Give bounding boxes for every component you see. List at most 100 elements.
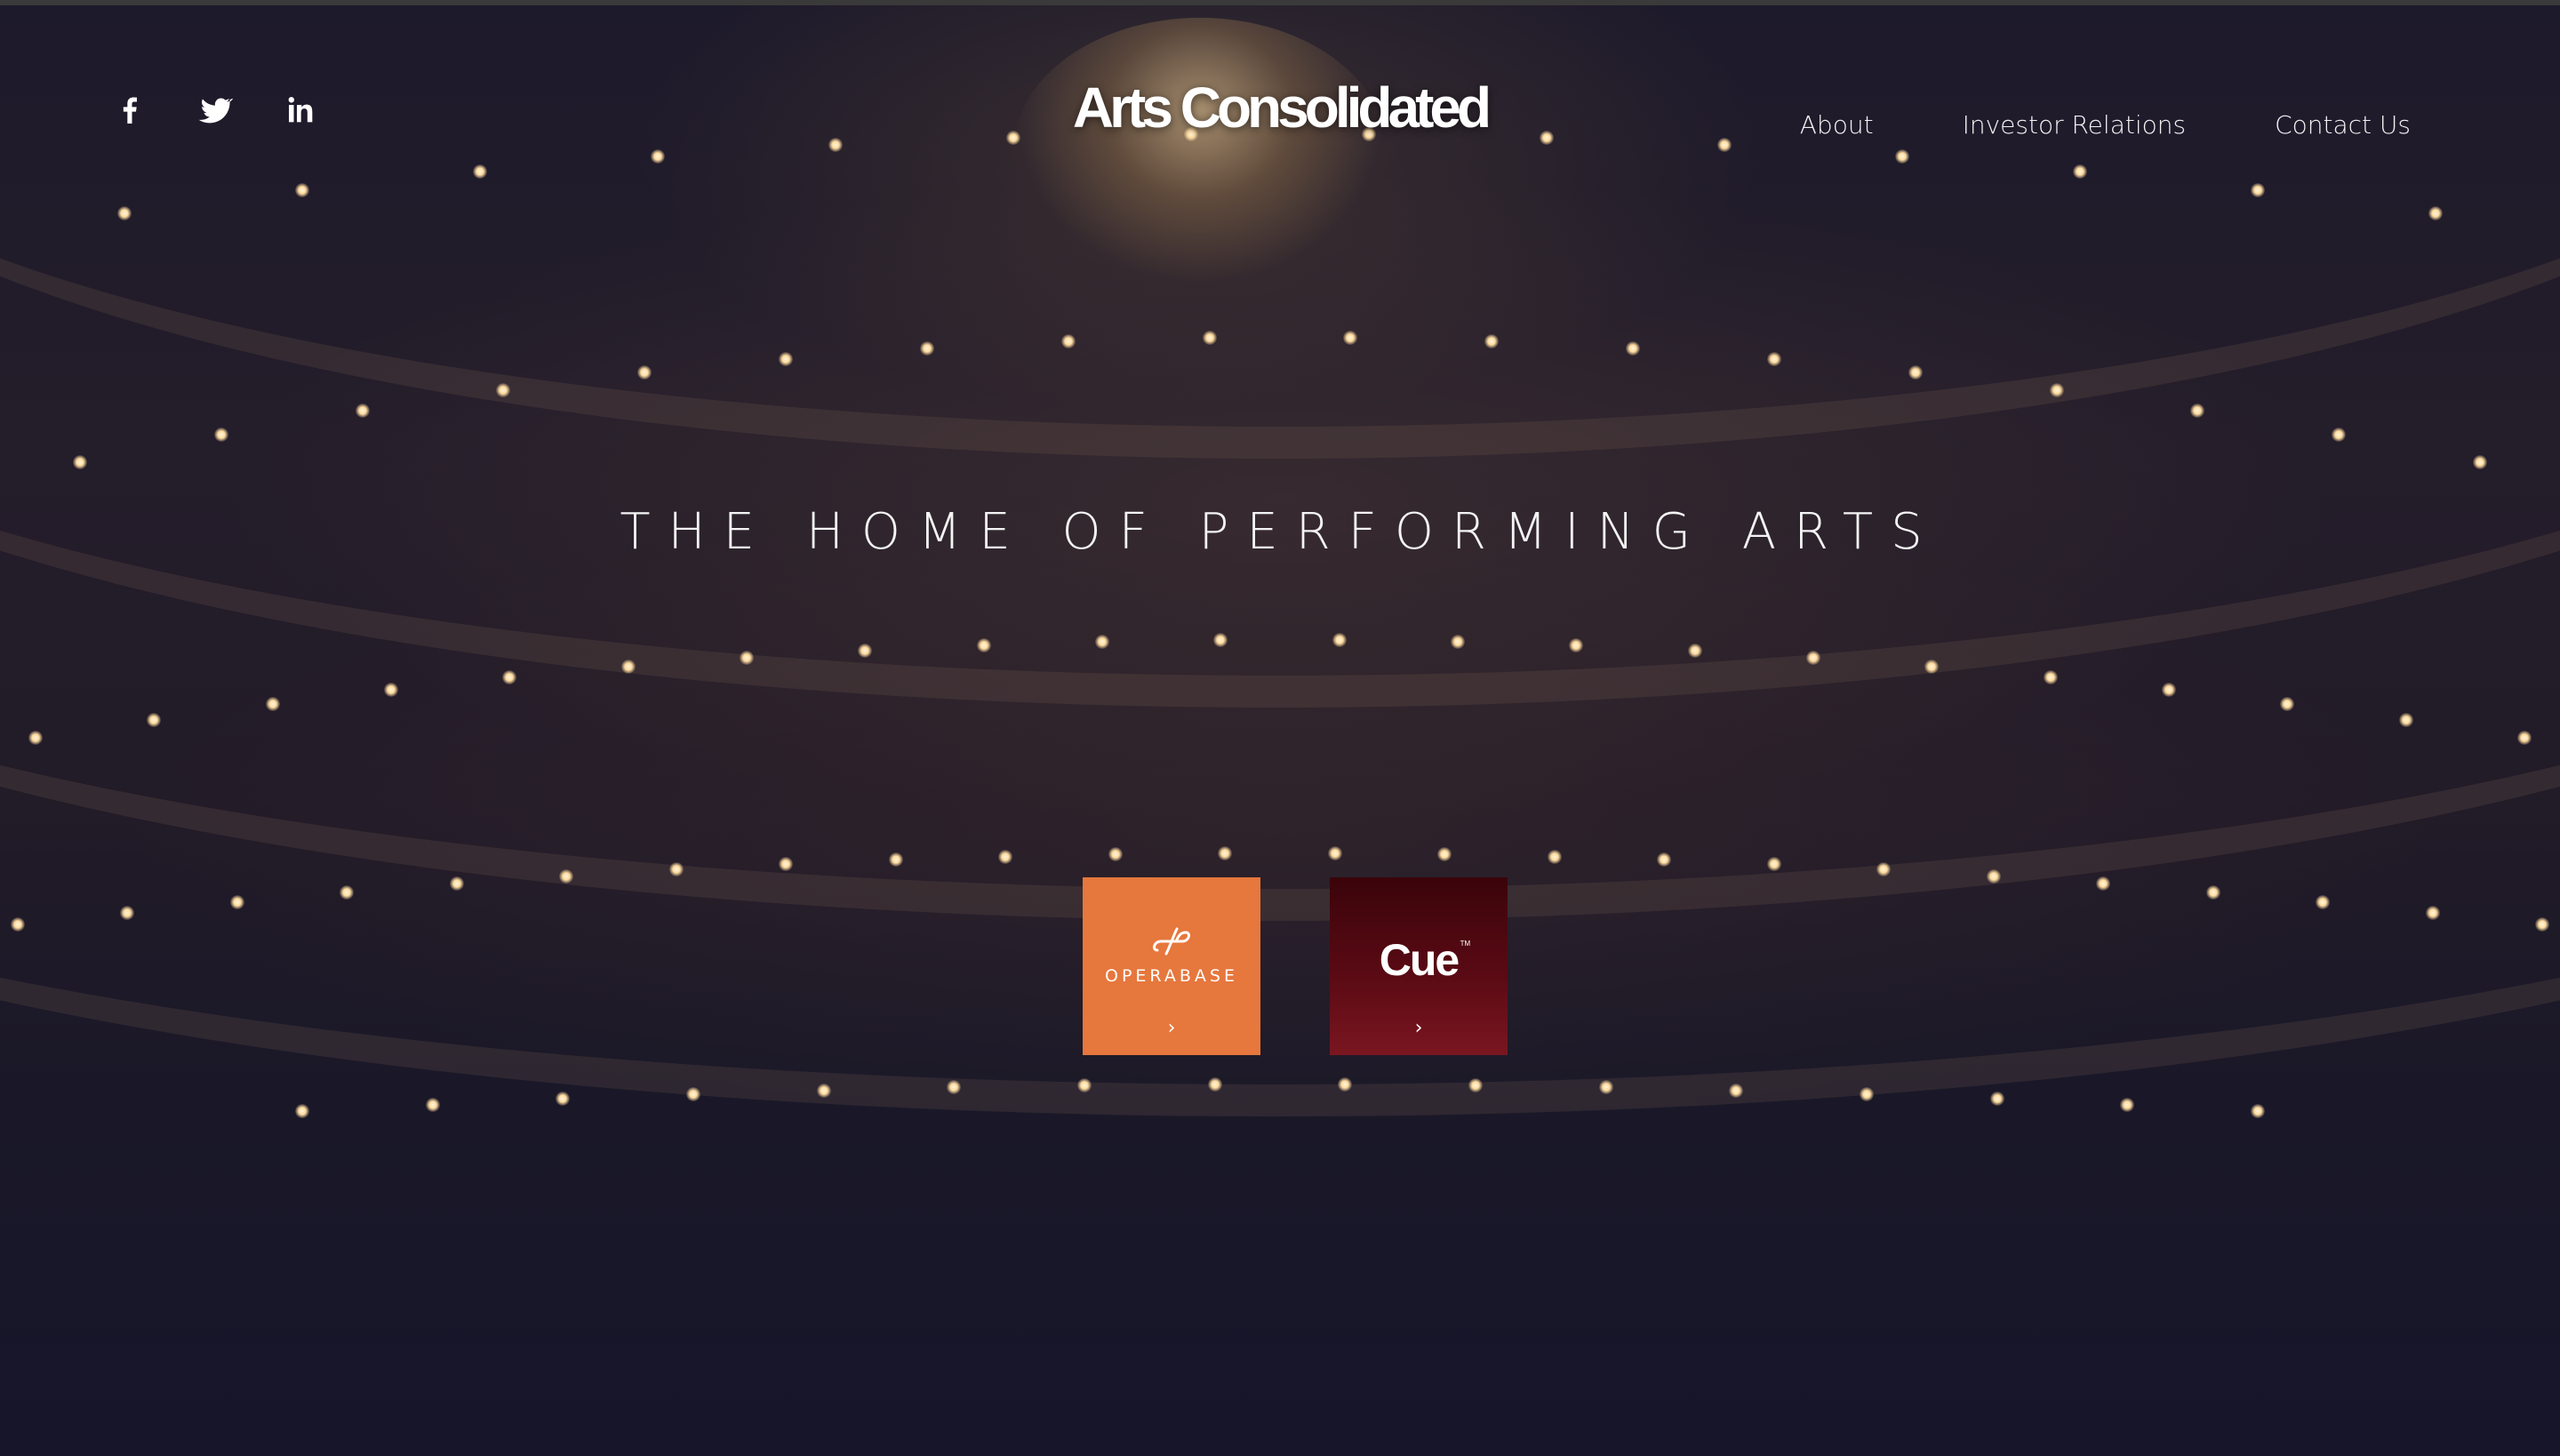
balcony-light	[1767, 857, 1781, 871]
balcony-light	[2073, 164, 2087, 179]
linkedin-link[interactable]	[281, 92, 320, 132]
balcony-light	[214, 428, 228, 442]
balcony-light	[621, 660, 636, 674]
balcony-light	[473, 164, 487, 179]
balcony-light	[1061, 334, 1076, 348]
balcony-light	[11, 917, 25, 932]
balcony-light	[2332, 428, 2346, 442]
balcony-light	[1338, 1077, 1352, 1092]
balcony-light	[2517, 731, 2532, 745]
balcony-light	[651, 149, 665, 164]
nav-item-about[interactable]: About	[1800, 110, 1874, 140]
balcony-light	[977, 638, 991, 652]
balcony-light	[117, 206, 132, 220]
window-top-border	[0, 0, 2560, 5]
balcony-light	[2251, 1104, 2265, 1118]
hero-tagline: THE HOME OF PERFORMING ARTS	[620, 503, 1940, 561]
balcony-light	[426, 1098, 440, 1112]
balcony-light	[556, 1092, 570, 1106]
balcony-light	[147, 713, 161, 727]
cue-logo: Cue TM	[1379, 934, 1470, 986]
balcony-light	[1987, 869, 2001, 884]
cue-tile[interactable]: Cue TM ›	[1330, 877, 1508, 1055]
facebook-link[interactable]	[110, 92, 149, 132]
balcony-light	[502, 670, 516, 684]
facebook-icon	[112, 92, 148, 132]
main-nav: About Investor Relations Contact Us	[1800, 110, 2411, 140]
balcony-light	[947, 1080, 961, 1094]
balcony-light	[1218, 846, 1232, 860]
cue-label: Cue	[1379, 935, 1460, 985]
balcony-light	[1657, 852, 1671, 867]
balcony-light	[889, 852, 903, 867]
balcony-light	[920, 341, 934, 356]
balcony-light	[740, 651, 754, 665]
balcony-light	[2473, 455, 2487, 469]
balcony-light	[1895, 149, 1909, 164]
balcony-light	[858, 644, 872, 658]
operabase-logo-icon	[1150, 924, 1193, 959]
balcony-light	[1343, 331, 1357, 345]
balcony-light	[2096, 876, 2110, 891]
balcony-light	[2428, 206, 2443, 220]
balcony-light	[230, 895, 244, 909]
balcony-light	[1688, 644, 1702, 658]
balcony-light	[1876, 862, 1891, 876]
balcony-light	[2535, 917, 2549, 932]
operabase-tile[interactable]: OPERABASE ›	[1083, 877, 1260, 1055]
hero-background-image	[0, 0, 2560, 1456]
nav-item-contact-us[interactable]: Contact Us	[2275, 110, 2411, 140]
balcony-light	[1213, 633, 1228, 647]
site-logo[interactable]: Arts Consolidated	[978, 75, 1582, 140]
balcony-light	[686, 1087, 700, 1101]
balcony-light	[120, 906, 134, 920]
balcony-light	[1806, 651, 1820, 665]
balcony-light	[1451, 635, 1465, 649]
twitter-link[interactable]	[196, 92, 235, 132]
balcony-light	[1548, 850, 1562, 864]
balcony-light	[496, 383, 510, 397]
balcony-light	[1108, 847, 1123, 861]
operabase-arrow-icon: ›	[1167, 1017, 1176, 1039]
balcony-light	[1328, 846, 1342, 860]
social-links	[110, 92, 320, 132]
balcony-light	[266, 697, 280, 711]
balcony-light	[1626, 341, 1640, 356]
balcony-light	[2044, 670, 2058, 684]
balcony-light	[998, 850, 1012, 864]
balcony-light	[1717, 138, 1732, 152]
balcony-light	[559, 869, 573, 884]
balcony-light	[2190, 404, 2204, 418]
balcony-light	[1990, 1092, 2004, 1106]
balcony-light	[356, 404, 370, 418]
balcony-light	[817, 1084, 831, 1098]
balcony-light	[384, 683, 398, 697]
balcony-light	[2251, 183, 2265, 197]
balcony-light	[669, 862, 684, 876]
balcony-light	[779, 857, 793, 871]
balcony-light	[828, 138, 843, 152]
balcony-light	[2280, 697, 2294, 711]
balcony-light	[1208, 1077, 1222, 1092]
balcony-light	[2316, 895, 2330, 909]
balcony-light	[2206, 885, 2220, 900]
balcony-light	[1484, 334, 1499, 348]
balcony-light	[637, 365, 652, 380]
cue-arrow-icon: ›	[1414, 1017, 1423, 1039]
balcony-light	[779, 352, 793, 366]
balcony-light	[2050, 383, 2064, 397]
balcony-light	[1860, 1087, 1874, 1101]
balcony-light	[2120, 1098, 2134, 1112]
balcony-light	[1437, 847, 1452, 861]
balcony-light	[295, 1104, 309, 1118]
balcony-light	[1077, 1078, 1092, 1092]
balcony-light	[73, 455, 87, 469]
balcony-light	[295, 183, 309, 197]
operabase-label: OPERABASE	[1105, 966, 1238, 986]
balcony-light	[1569, 638, 1583, 652]
balcony-light	[2426, 906, 2440, 920]
balcony-light	[1908, 365, 1923, 380]
balcony-light	[1095, 635, 1109, 649]
balcony-tier-4	[0, 320, 2560, 1116]
nav-item-investor-relations[interactable]: Investor Relations	[1963, 110, 2187, 140]
